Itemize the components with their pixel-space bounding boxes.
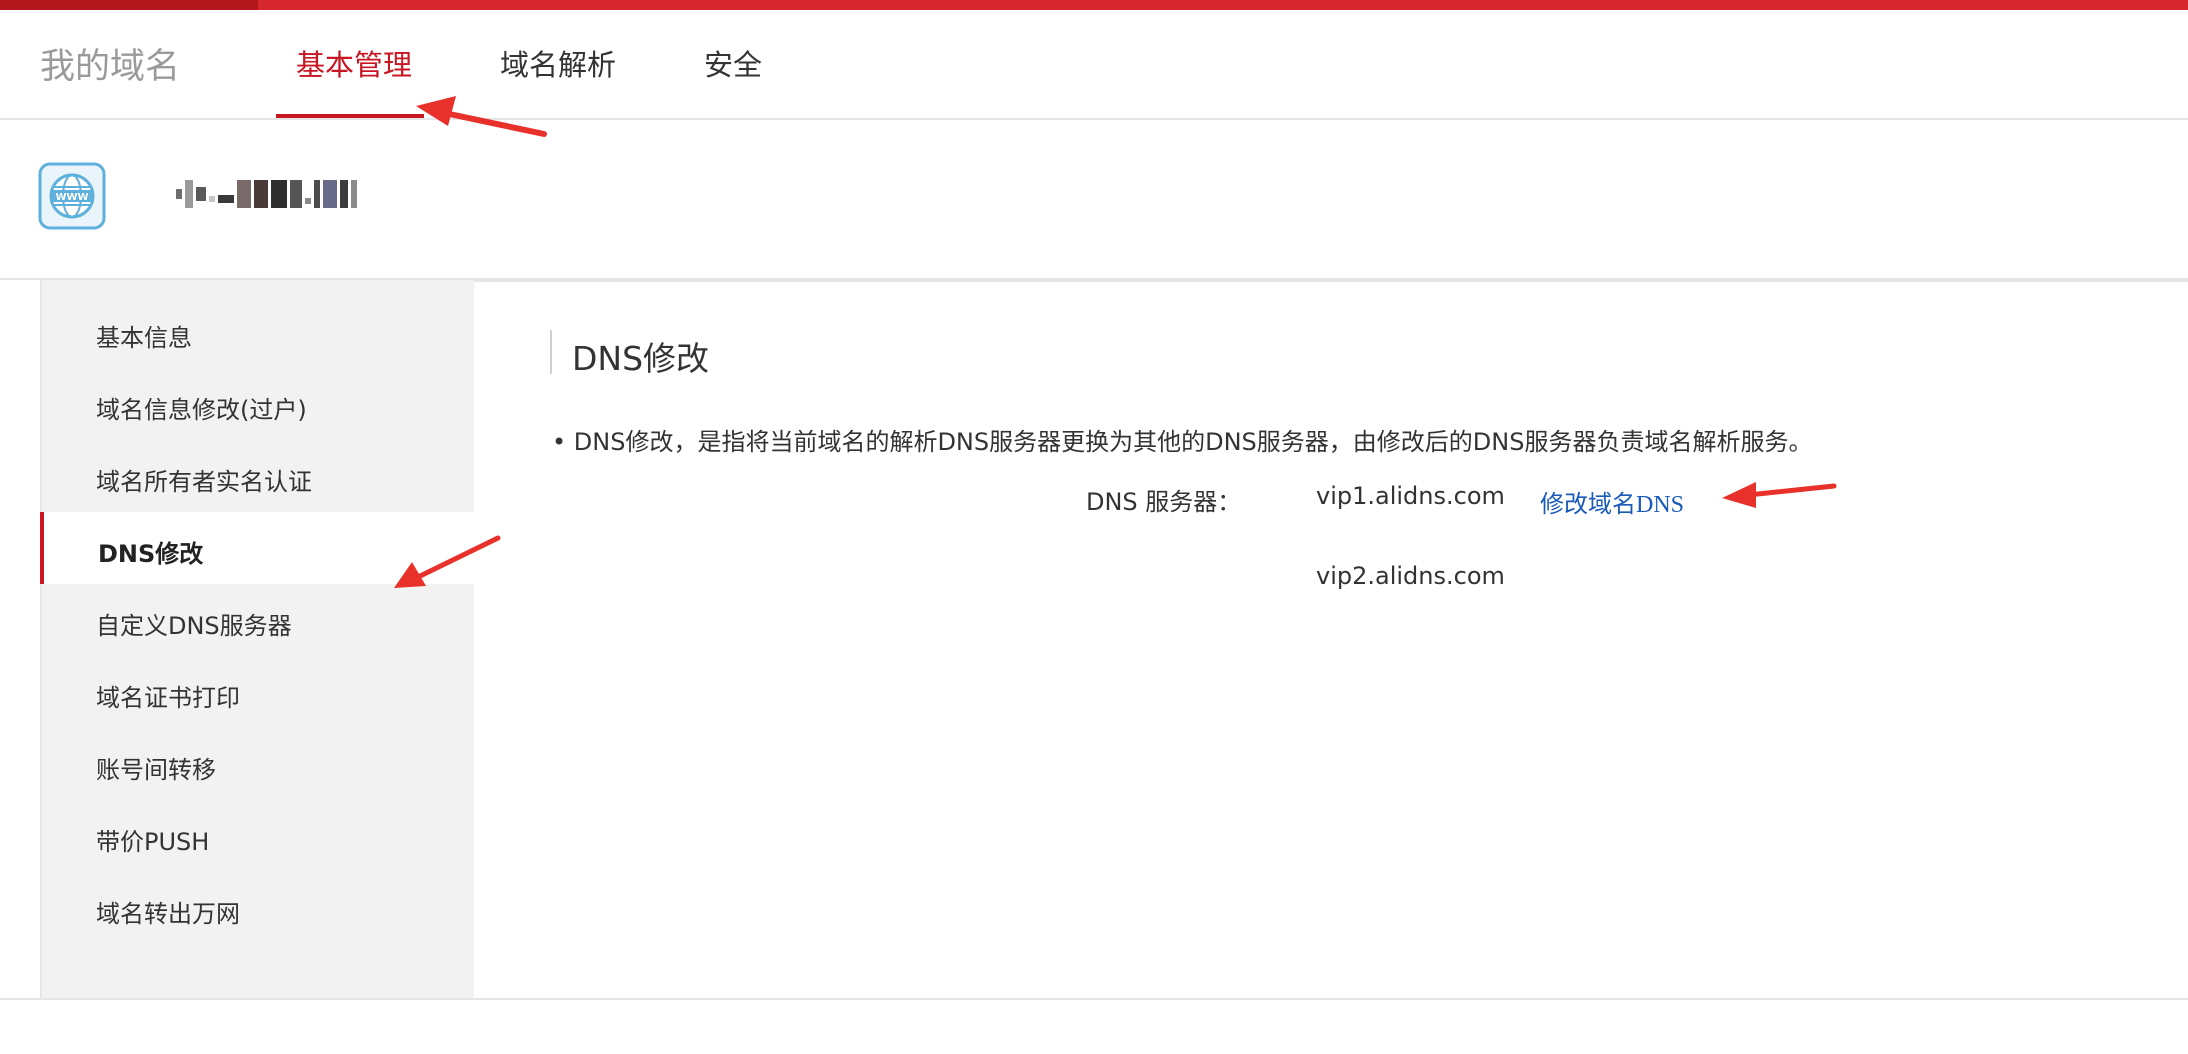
sidebar-item-certificate-print[interactable]: 域名证书打印: [42, 656, 476, 728]
section-title: DNS修改: [572, 339, 710, 378]
sidebar-item-label: 账号间转移: [96, 756, 216, 784]
modify-dns-link[interactable]: 修改域名DNS: [1540, 484, 1684, 519]
tab-domain-resolution[interactable]: 域名解析: [500, 42, 616, 84]
tab-basic-management[interactable]: 基本管理: [296, 42, 412, 84]
sidebar-item-priced-push[interactable]: 带价PUSH: [42, 800, 476, 872]
sidebar-item-label: 自定义DNS服务器: [96, 612, 292, 640]
sidebar-item-label: 域名所有者实名认证: [96, 468, 312, 496]
sidebar-item-transfer-out[interactable]: 域名转出万网: [42, 872, 476, 944]
sidebar-item-basic-info[interactable]: 基本信息: [42, 296, 476, 368]
domain-name-pixelated: [176, 180, 357, 208]
sidebar-item-label: 域名转出万网: [96, 900, 240, 928]
main-content: DNS修改 • DNS修改，是指将当前域名的解析DNS服务器更换为其他的DNS服…: [474, 280, 2188, 1000]
domain-info-row: WWW: [0, 120, 2188, 280]
sidebar-item-label: 域名信息修改(过户): [96, 396, 307, 424]
sidebar-item-label: 带价PUSH: [96, 828, 210, 856]
page-header: 我的域名 基本管理 域名解析 安全: [0, 10, 2188, 120]
sidebar-nav: 基本信息 域名信息修改(过户) 域名所有者实名认证 DNS修改 自定义DNS服务…: [40, 280, 478, 998]
dns-description: • DNS修改，是指将当前域名的解析DNS服务器更换为其他的DNS服务器，由修改…: [552, 428, 1813, 456]
page-title: 我的域名: [40, 47, 181, 87]
www-globe-icon: WWW: [38, 162, 106, 230]
sidebar-item-domain-info-transfer[interactable]: 域名信息修改(过户): [42, 368, 476, 440]
sidebar-item-label: 域名证书打印: [96, 684, 240, 712]
active-tab-underline: [276, 114, 424, 118]
section-title-divider: [550, 330, 552, 374]
annotation-arrow-icon: [1722, 482, 1837, 508]
dns-server-label: DNS 服务器：: [1086, 488, 1242, 516]
svg-text:WWW: WWW: [55, 192, 88, 203]
sidebar-item-label: 基本信息: [96, 324, 192, 352]
annotation-arrow-icon: [416, 96, 547, 137]
sidebar-item-account-transfer[interactable]: 账号间转移: [42, 728, 476, 800]
tab-security[interactable]: 安全: [704, 42, 762, 84]
sidebar-item-custom-dns-server[interactable]: 自定义DNS服务器: [42, 584, 476, 656]
dns-server-value: vip1.alidns.com: [1316, 482, 1505, 510]
top-brand-strip: [0, 0, 2188, 10]
annotation-arrow-icon: [394, 535, 501, 588]
dns-server-value: vip2.alidns.com: [1316, 562, 1505, 590]
bottom-divider: [0, 998, 2188, 1000]
top-brand-strip-accent: [0, 0, 258, 10]
sidebar-item-owner-verification[interactable]: 域名所有者实名认证: [42, 440, 476, 512]
sidebar-item-label: DNS修改: [98, 540, 204, 568]
